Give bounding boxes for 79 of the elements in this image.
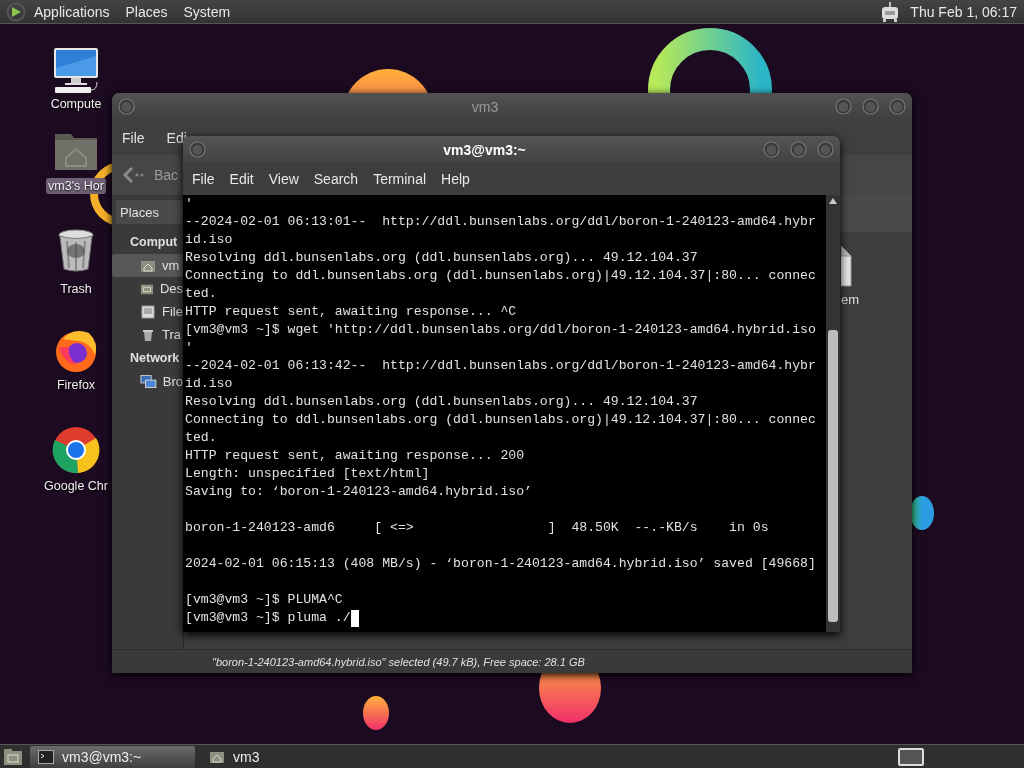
menu-item[interactable]: File	[192, 171, 215, 187]
menu-item[interactable]: Edit	[229, 171, 254, 187]
sidebar-heading: Comput	[129, 234, 179, 251]
places-dropdown[interactable]: Places	[116, 200, 183, 224]
show-desktop-icon[interactable]	[2, 746, 24, 767]
panel-menu[interactable]: System	[175, 3, 239, 20]
terminal-icon	[38, 749, 54, 764]
window-control-button[interactable]	[817, 141, 834, 158]
terminal-line: id.iso	[185, 375, 233, 393]
window-title: vm3	[470, 98, 500, 115]
terminal-line: Connecting to ddl.bunsenlabs.org (ddl.bunsenlabs.org)|49.12.104.37|:80... connec	[185, 267, 816, 285]
computer-icon[interactable]	[51, 46, 101, 94]
sidebar-label: Bro	[162, 374, 183, 389]
terminal-line: [vm3@vm3 ~]$ wget 'http://ddl.bunsenlabs.org/ddl/boron-1-240123-amd64.hybrid.iso	[185, 321, 816, 339]
sidebar-item[interactable]: File	[112, 300, 183, 323]
window-control-button[interactable]	[790, 141, 807, 158]
terminal-line: Connecting to ddl.bunsenlabs.org (ddl.bunsenlabs.org)|49.12.104.37|:80... connec	[185, 411, 816, 429]
window-control-button[interactable]	[835, 98, 852, 115]
desktop-icon-label[interactable]: Google Chr	[42, 478, 110, 494]
window-control-button[interactable]	[862, 98, 879, 115]
terminal-line: id.iso	[185, 231, 233, 249]
terminal-line: HTTP request sent, awaiting response... ^C	[185, 303, 517, 321]
scroll-up-icon[interactable]	[829, 198, 837, 204]
network-icon	[140, 373, 157, 390]
terminal-line: HTTP request sent, awaiting response... 200	[185, 447, 525, 465]
workspace-switcher[interactable]	[898, 747, 924, 766]
terminal-line: Resolving ddl.bunsenlabs.org (ddl.bunsenlabs.org)... 49.12.104.37	[185, 249, 698, 267]
sidebar-heading: Network	[129, 350, 181, 367]
clock[interactable]: Thu Feb 1, 06:17	[910, 3, 1017, 20]
terminal-line: Length: unspecified [text/html]	[185, 465, 430, 483]
file-label[interactable]: em	[841, 292, 860, 307]
terminal-line: '	[185, 339, 193, 357]
menu-item[interactable]: Search	[313, 171, 359, 187]
terminal-line: ted.	[185, 285, 217, 303]
sidebar-label: Tra	[162, 327, 182, 342]
terminal-line: [vm3@vm3 ~]$ PLUMA^C	[185, 591, 343, 609]
menu-item[interactable]: Help	[441, 171, 470, 187]
trash-icon[interactable]	[56, 229, 96, 273]
browser-icon[interactable]	[52, 426, 100, 474]
menu-item[interactable]: View	[268, 171, 299, 187]
sidebar-label: vm	[162, 258, 180, 273]
window-title: vm3@vm3:~	[442, 141, 527, 158]
taskbar-button[interactable]: vm3@vm3:~	[30, 745, 195, 768]
terminal-line: '	[185, 195, 193, 213]
terminal-line: [vm3@vm3 ~]$ pluma ./	[185, 609, 351, 627]
sidebar-item[interactable]: Tra	[112, 323, 183, 346]
sidebar-item[interactable]: Bro	[112, 370, 183, 393]
terminal-line: 2024-02-01 06:15:13 (408 MB/s) - ‘boron-1-240123-amd64.hybrid.iso’ saved [49668]	[185, 555, 816, 573]
panel-menu[interactable]: Applications	[26, 3, 118, 20]
back-arrow-icon[interactable]	[122, 166, 144, 184]
menu-item[interactable]: Terminal	[373, 171, 427, 187]
terminal-cursor	[350, 610, 359, 627]
menu-logo-icon[interactable]	[6, 1, 26, 22]
scrollbar[interactable]	[826, 195, 840, 632]
menu-item[interactable]: File	[122, 129, 145, 146]
sidebar-item[interactable]: Des	[112, 277, 183, 300]
terminal-line: --2024-02-01 06:13:01-- http://ddl.bunsenlabs.org/ddl/boron-1-240123-amd64.hybr	[185, 213, 816, 231]
terminal-line: Saving to: ‘boron-1-240123-amd64.hybrid.iso’	[185, 483, 532, 501]
drive-icon	[140, 303, 156, 320]
desktop-icon-label[interactable]: Trash	[58, 281, 94, 297]
desktop-icon-label[interactable]: vm3's Hor	[46, 178, 106, 194]
terminal-line: Resolving ddl.bunsenlabs.org (ddl.bunsenlabs.org)... 49.12.104.37	[185, 393, 698, 411]
sidebar-label: File	[162, 304, 183, 319]
sidebar-item[interactable]: vm	[112, 254, 183, 277]
network-icon[interactable]	[880, 1, 901, 22]
terminal-line: boron-1-240123-amd6 [ <=> ] 48.50K --.-KB/s in 0s	[185, 519, 769, 537]
terminal-line: --2024-02-01 06:13:42-- http://ddl.bunsenlabs.org/ddl/boron-1-240123-amd64.hybr	[185, 357, 816, 375]
terminal-line: ted.	[185, 429, 217, 447]
window-control-button[interactable]	[763, 141, 780, 158]
scrollbar-thumb[interactable]	[828, 330, 838, 622]
status-bar: "boron-1-240123-amd64.hybrid.iso" selected (49.7 kB), Free space: 28.1 GB	[112, 649, 912, 673]
taskbar-button[interactable]: vm3	[201, 745, 366, 768]
window-control-button[interactable]	[118, 98, 135, 115]
desktop-icon-label[interactable]: Firefox	[54, 377, 98, 393]
window-control-button[interactable]	[189, 141, 206, 158]
window-control-button[interactable]	[889, 98, 906, 115]
desktop-icon-label[interactable]: Compute	[48, 96, 104, 112]
sidebar-label: Des	[159, 281, 183, 296]
panel-menu[interactable]: Places	[117, 3, 176, 20]
